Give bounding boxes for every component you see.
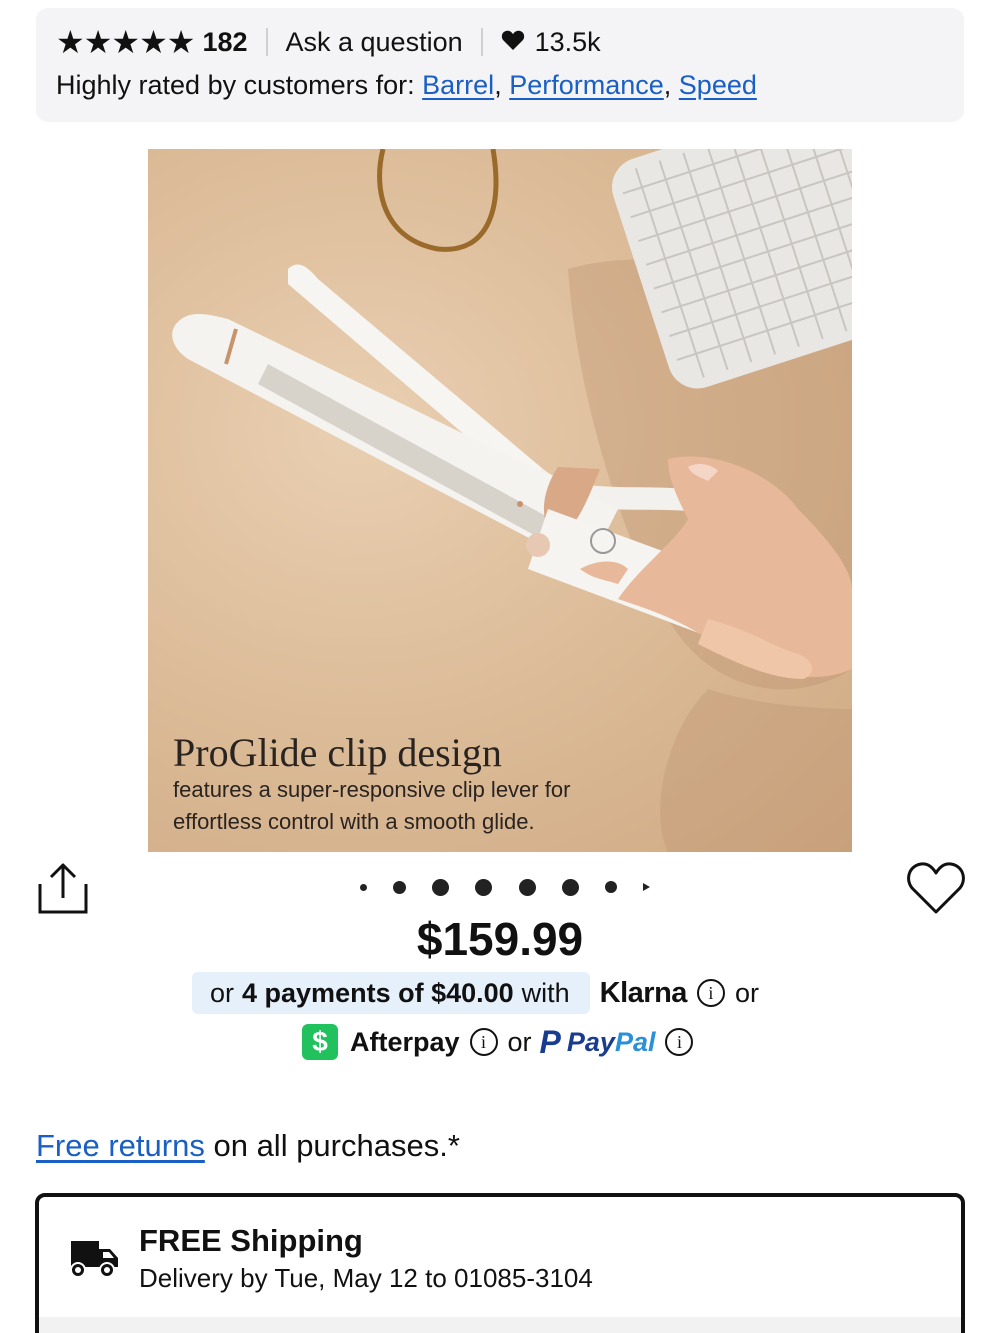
carousel-dot[interactable] bbox=[432, 878, 450, 896]
info-icon[interactable]: i bbox=[469, 1028, 498, 1056]
ask-question-link[interactable]: Ask a question bbox=[286, 27, 463, 58]
tag-link-barrel[interactable]: Barrel bbox=[422, 70, 494, 100]
tag-link-performance[interactable]: Performance bbox=[509, 70, 664, 100]
klarna-installments[interactable]: or 4 payments of $40.00 with bbox=[192, 972, 590, 1014]
carousel-dot[interactable] bbox=[604, 881, 617, 893]
carousel-next-icon[interactable] bbox=[642, 883, 650, 891]
image-caption-body: features a super-responsive clip lever f… bbox=[173, 777, 571, 834]
shipping-delivery-date: Delivery by Tue, May 12 to 01085-3104 bbox=[139, 1263, 593, 1293]
carousel-pagination[interactable] bbox=[360, 876, 650, 898]
paypal-logo-pal: Pal bbox=[614, 1026, 656, 1057]
shipping-footer bbox=[39, 1317, 961, 1333]
review-count[interactable]: 182 bbox=[202, 27, 247, 58]
info-icon[interactable]: i bbox=[696, 979, 725, 1007]
heart-outline-icon[interactable] bbox=[906, 860, 966, 916]
paypal-logo[interactable]: PayPal bbox=[567, 1027, 656, 1058]
shipping-title: FREE Shipping bbox=[139, 1223, 363, 1258]
ratings-row: ★★★★★ 182 Ask a question 13.5k bbox=[56, 26, 601, 58]
carousel-dot[interactable] bbox=[475, 878, 493, 896]
free-returns-link[interactable]: Free returns bbox=[36, 1128, 205, 1163]
returns-text: on all purchases.* bbox=[213, 1128, 460, 1163]
or-text: or bbox=[507, 1026, 532, 1057]
image-caption-title: ProGlide clip design bbox=[173, 730, 502, 775]
carousel-dot[interactable] bbox=[360, 883, 367, 891]
klarna-logo[interactable]: Klarna bbox=[600, 977, 688, 1010]
shipping-option[interactable]: FREE Shipping Delivery by Tue, May 12 to… bbox=[35, 1193, 965, 1333]
share-icon[interactable] bbox=[36, 862, 90, 916]
afterpay-logo[interactable]: Afterpay bbox=[350, 1027, 460, 1058]
or-text: or bbox=[734, 977, 759, 1008]
returns-notice: Free returns on all purchases.* bbox=[36, 1128, 460, 1164]
highly-rated-row: Highly rated by customers for: Barrel, P… bbox=[56, 70, 757, 100]
product-price: $159.99 bbox=[416, 913, 584, 965]
divider bbox=[265, 28, 268, 56]
ratings-summary: ★★★★★ 182 Ask a question 13.5k Highly ra… bbox=[36, 8, 964, 122]
cash-app-icon: $ bbox=[302, 1024, 338, 1060]
carousel-dot[interactable] bbox=[393, 880, 407, 894]
paypal-logo-pay: Pay bbox=[566, 1026, 615, 1057]
product-image[interactable]: ProGlide clip design features a super-re… bbox=[148, 149, 852, 852]
paypal-icon: P bbox=[539, 1023, 561, 1060]
carousel-dot[interactable] bbox=[561, 878, 579, 896]
divider bbox=[480, 28, 483, 56]
highly-rated-label: Highly rated by customers for: bbox=[56, 70, 415, 100]
heart-filled-icon bbox=[501, 27, 525, 58]
klarna-installment-amount: 4 payments of $40.00 bbox=[242, 977, 514, 1008]
truck-icon bbox=[63, 1237, 121, 1281]
klarna-row: or 4 payments of $40.00 with Klarna i or bbox=[192, 972, 759, 1014]
klarna-suffix: with bbox=[521, 977, 570, 1008]
info-icon[interactable]: i bbox=[665, 1028, 694, 1056]
carousel-dot[interactable] bbox=[518, 878, 536, 896]
klarna-prefix: or bbox=[210, 977, 235, 1008]
loves-count[interactable]: 13.5k bbox=[535, 27, 601, 58]
afterpay-paypal-row: $ Afterpay i or P PayPal i bbox=[302, 1022, 703, 1062]
star-rating-icon[interactable]: ★★★★★ bbox=[56, 26, 195, 58]
tag-link-speed[interactable]: Speed bbox=[679, 70, 757, 100]
